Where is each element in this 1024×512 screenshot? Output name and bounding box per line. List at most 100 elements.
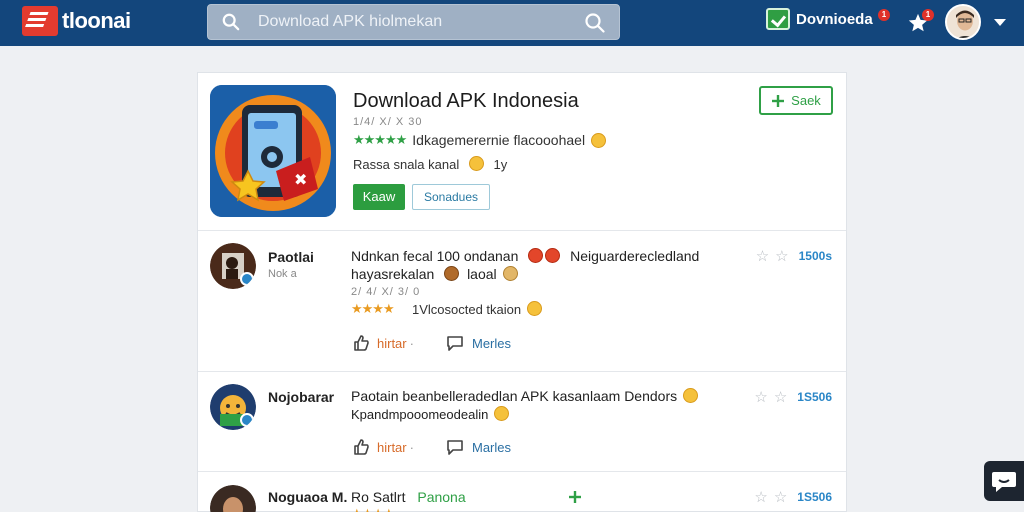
like-label: hirtar <box>377 439 407 455</box>
review-rating-text: 1Vlcosocted tkaion <box>412 301 543 317</box>
reply-label: Merles <box>472 335 512 351</box>
thumbs-up-icon <box>354 335 369 351</box>
reviewer-meta: Nok a <box>268 268 297 280</box>
details-button[interactable]: Sonadues <box>412 184 490 210</box>
brand-name: tloonai <box>62 8 131 33</box>
reply-button[interactable]: Merles <box>446 335 511 351</box>
save-button[interactable]: Saek <box>759 86 833 115</box>
search-bar[interactable] <box>207 4 620 40</box>
review-text-line2: hayasrekalan <box>351 266 435 282</box>
search-submit-icon[interactable] <box>585 13 605 33</box>
plus-icon <box>772 94 785 107</box>
star-outline-icon[interactable]: ☆ <box>756 247 769 265</box>
install-button[interactable]: Kaaw <box>353 184 405 210</box>
review-date: 2/ 4/ X/ 3/ 0 <box>351 286 421 298</box>
review-rating-label: 1Vlcosocted tkaion <box>412 302 522 317</box>
top-navigation-bar: tloonai Dovnioeda 1 1 <box>0 0 1024 46</box>
review-score: ☆ ☆ 1S506 <box>754 388 832 406</box>
plus-icon[interactable] <box>568 490 582 504</box>
review-text-line1: Paotain beanbelleradedlan APK kasanlaam … <box>351 388 678 404</box>
brand-logo[interactable]: tloonai <box>22 6 131 36</box>
reviewer-portrait <box>210 384 256 430</box>
favorites-count-badge: 1 <box>922 9 934 21</box>
chat-button[interactable] <box>984 461 1024 501</box>
thumbs-up-icon <box>354 439 369 455</box>
rating-stars: ★★★★★ <box>353 132 407 147</box>
smile-emoji-icon <box>527 301 543 316</box>
reviewer-avatar[interactable] <box>210 485 256 512</box>
star-outline-icon[interactable]: ☆ <box>754 488 767 506</box>
smile-emoji-icon <box>591 132 607 148</box>
like-label: hirtar <box>377 335 407 351</box>
user-avatar[interactable] <box>945 4 981 40</box>
review-score-value: 1S506 <box>797 390 832 404</box>
star-outline-icon[interactable]: ☆ <box>774 388 787 406</box>
reviewer-avatar[interactable] <box>210 243 256 289</box>
app-description: Rassa snala kanal 1y <box>353 156 507 172</box>
reviewer-name: Paotlai <box>268 249 314 265</box>
account-dropdown-icon[interactable] <box>994 19 1006 26</box>
app-description-suffix: 1y <box>493 157 508 172</box>
review-text: Paotain beanbelleradedlan APK kasanlaam … <box>351 387 699 405</box>
comment-icon <box>447 336 463 351</box>
review-text-line2: Kpandmpooomeodealin <box>351 407 489 422</box>
review-item: Nojobarar Paotain beanbelleradedlan APK … <box>198 372 846 472</box>
hands-emoji-icon <box>502 266 518 281</box>
comment-icon <box>447 440 463 455</box>
red-emoji-icon <box>545 248 561 263</box>
review-subtext: Kpandmpooomeodealin <box>351 406 510 424</box>
review-score-value: 1500s <box>798 249 832 263</box>
like-button[interactable]: hirtar · <box>353 439 414 455</box>
brand-logo-icon <box>22 6 58 36</box>
review-item: Noguaoa M. Ro Satlrt Panona ★★★★ ☆ ☆ 1S5… <box>198 472 846 512</box>
downloads-label: Dovnioeda <box>796 10 873 28</box>
user-avatar-portrait <box>947 6 979 38</box>
smile-emoji-icon <box>683 388 699 403</box>
review-text-line1: Ndnkan fecal 100 ondanan <box>351 248 519 264</box>
app-header-section: ✖ Download APK Indonesia 1/4/ X/ X 30 ★★… <box>198 73 846 231</box>
smile-emoji-icon <box>468 156 484 171</box>
downloads-count-badge: 1 <box>878 9 890 21</box>
review-item: Paotlai Nok a Ndnkan fecal 100 ondanan N… <box>198 231 846 372</box>
review-text: Ro Satlrt Panona <box>351 488 466 506</box>
review-text: Ndnkan fecal 100 ondanan Neiguarderecled… <box>351 247 699 283</box>
app-title: Download APK Indonesia <box>353 90 579 112</box>
reply-label: Marles <box>472 439 512 455</box>
app-icon: ✖ <box>210 85 336 217</box>
star-outline-icon[interactable]: ☆ <box>774 488 787 506</box>
reviewer-name: Noguaoa M. <box>268 489 348 505</box>
review-text-line1-suffix: Panona <box>417 489 466 505</box>
review-stars: ★★★★ <box>351 301 395 316</box>
search-icon <box>222 13 240 31</box>
reviewer-portrait <box>210 243 256 289</box>
app-detail-panel: ✖ Download APK Indonesia 1/4/ X/ X 30 ★★… <box>197 72 847 512</box>
chat-bubble-icon <box>992 472 1016 492</box>
red-emoji-icon <box>528 248 544 263</box>
reviewer-name: Nojobarar <box>268 389 335 405</box>
svg-text:✖: ✖ <box>294 170 307 189</box>
review-stars: ★★★★ <box>351 506 395 512</box>
app-version-info: 1/4/ X/ X 30 <box>353 116 423 128</box>
hand-emoji-icon <box>444 266 460 281</box>
review-score: ☆ ☆ 1500s <box>756 247 832 265</box>
review-score-value: 1S506 <box>797 490 832 504</box>
search-input[interactable] <box>258 11 578 33</box>
downloads-button[interactable]: Dovnioeda <box>766 8 873 30</box>
app-description-text: Rassa snala kanal <box>353 157 460 172</box>
review-text-line1: Ro Satlrt <box>351 489 406 505</box>
reviewer-portrait <box>210 485 256 512</box>
star-outline-icon[interactable]: ☆ <box>775 247 788 265</box>
save-label: Saek <box>791 93 821 108</box>
app-icon-graphic: ✖ <box>210 85 336 217</box>
smile-emoji-icon <box>494 406 510 421</box>
star-outline-icon[interactable]: ☆ <box>754 388 767 406</box>
like-button[interactable]: hirtar · <box>353 335 414 351</box>
download-check-icon <box>766 8 790 30</box>
review-text-line2-suffix: laoal <box>467 266 497 282</box>
app-rating-row: ★★★★★ Idkagemerernie flacooohael <box>353 132 607 148</box>
reviewer-avatar[interactable] <box>210 384 256 430</box>
reply-button[interactable]: Marles <box>446 439 511 455</box>
rating-text: Idkagemerernie flacooohael <box>412 132 586 148</box>
review-score: ☆ ☆ 1S506 <box>754 488 832 506</box>
review-text-line1-suffix: Neiguarderecledland <box>570 248 700 264</box>
